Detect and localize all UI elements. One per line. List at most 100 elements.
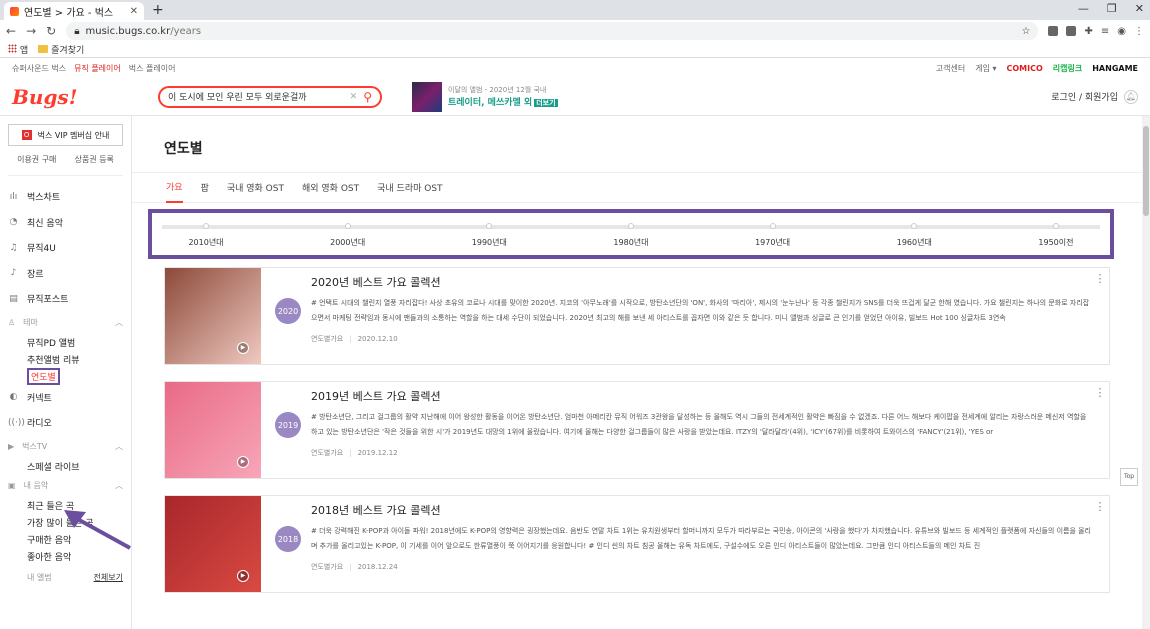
browser-tab[interactable]: 연도별 > 가요 - 벅스 ✕ bbox=[4, 2, 144, 20]
theme-section-header[interactable]: ♙ 테마 ︿ bbox=[8, 312, 123, 334]
sidebar-item-genre[interactable]: ♪ 장르 bbox=[8, 261, 123, 287]
collection-card[interactable]: ▶ 2019 2019년 베스트 가요 콜렉션 # 방탄소년단, 그리고 걸그룹… bbox=[164, 381, 1110, 479]
util-link-supersound[interactable]: 슈퍼사운드 벅스 bbox=[12, 63, 66, 74]
util-link-musicplayer[interactable]: 뮤직 플레이어 bbox=[74, 63, 121, 74]
sidebar-item-years[interactable]: 연도별 bbox=[8, 367, 123, 385]
vip-membership-button[interactable]: O 벅스 VIP 멤버십 안내 bbox=[8, 124, 123, 146]
tab-kpop[interactable]: 가요 bbox=[166, 173, 183, 203]
year-badge: 2020 bbox=[275, 298, 301, 324]
decade-2000s[interactable]: 2000년대 bbox=[318, 221, 378, 248]
music4u-icon: ♫ bbox=[9, 242, 18, 253]
more-options-icon[interactable]: ⋮ bbox=[1091, 496, 1109, 592]
collection-title[interactable]: 2019년 베스트 가요 콜렉션 bbox=[311, 388, 1091, 404]
album-cover[interactable]: ▶ bbox=[165, 496, 261, 592]
more-options-icon[interactable]: ⋮ bbox=[1091, 268, 1109, 364]
tv-section-header[interactable]: ▶ 벅스TV ︿ bbox=[8, 436, 123, 458]
bell-icon[interactable]: 🔔︎ bbox=[1124, 89, 1138, 104]
decade-dot bbox=[769, 223, 776, 229]
page-scrollbar[interactable] bbox=[1142, 116, 1150, 629]
decade-slider: 2010년대 2000년대 1990년대 1980년대 1970년대 1960년… bbox=[148, 209, 1114, 259]
more-options-icon[interactable]: ⋮ bbox=[1091, 382, 1109, 478]
sidebar-item-liked[interactable]: 좋아한 음악 bbox=[8, 548, 123, 565]
close-tab-icon[interactable]: ✕ bbox=[130, 6, 138, 17]
brand-hangame[interactable]: HANGAME bbox=[1092, 64, 1138, 73]
sidebar-item-music4u[interactable]: ♫ 뮤직4U bbox=[8, 235, 123, 261]
search-icon[interactable]: ⚲ bbox=[363, 90, 372, 104]
scroll-top-button[interactable]: Top bbox=[1120, 468, 1138, 486]
sidebar-item-musicpost[interactable]: ▤ 뮤직포스트 bbox=[8, 286, 123, 312]
restore-icon[interactable]: ❐ bbox=[1107, 2, 1117, 15]
sidebar-item-review[interactable]: 추천앨범 리뷰 bbox=[8, 351, 123, 368]
category-tabs: 가요 팝 국내 영화 OST 해외 영화 OST 국내 드라마 OST bbox=[132, 173, 1150, 203]
brand-comico[interactable]: COMICO bbox=[1007, 64, 1043, 73]
search-box[interactable]: 이 도시에 모인 우린 모두 외로운걸까 ✕ ⚲ bbox=[158, 85, 382, 108]
play-icon[interactable]: ▶ bbox=[237, 570, 249, 582]
decade-dot bbox=[627, 223, 634, 229]
sidebar-item-radio[interactable]: ((·)) 라디오 bbox=[8, 410, 123, 436]
sidebar-item-special-live[interactable]: 스페셜 라이브 bbox=[8, 458, 123, 475]
collection-type[interactable]: 연도별가요 bbox=[311, 449, 343, 457]
sidebar-item-connect[interactable]: ◐ 커넥트 bbox=[8, 385, 123, 411]
register-voucher-link[interactable]: 상품권 등록 bbox=[75, 154, 114, 165]
sidebar-item-musicpd[interactable]: 뮤직PD 앨범 bbox=[8, 334, 123, 351]
clear-search-icon[interactable]: ✕ bbox=[350, 92, 358, 102]
profile-icon[interactable]: ◉ bbox=[1117, 26, 1126, 37]
bookmark-favorites[interactable]: 즐겨찾기 bbox=[38, 43, 84, 56]
collection-type[interactable]: 연도별가요 bbox=[311, 335, 343, 343]
sidebar-item-new-music[interactable]: ◔ 최신 음악 bbox=[8, 210, 123, 236]
promo-album-thumb[interactable] bbox=[412, 81, 442, 112]
genre-icon: ♪ bbox=[10, 268, 17, 279]
album-cover[interactable]: ▶ bbox=[165, 382, 261, 478]
buy-pass-link[interactable]: 이용권 구매 bbox=[17, 154, 56, 165]
login-link[interactable]: 로그인 / 회원가입 bbox=[1051, 90, 1118, 103]
tab-pop[interactable]: 팝 bbox=[201, 173, 209, 203]
util-link-game[interactable]: 게임 ▾ bbox=[975, 63, 996, 74]
brand-recaplink[interactable]: 리캡링크 bbox=[1053, 63, 1082, 74]
search-input[interactable]: 이 도시에 모인 우린 모두 외로운걸까 bbox=[168, 90, 344, 103]
star-icon[interactable]: ☆ bbox=[1022, 26, 1031, 37]
collection-type[interactable]: 연도별가요 bbox=[311, 563, 343, 571]
promo-more-badge[interactable]: 더보기 bbox=[534, 99, 558, 107]
view-all-link[interactable]: 전체보기 bbox=[94, 572, 123, 583]
reload-icon[interactable]: ↻ bbox=[46, 24, 56, 38]
decade-before-1950[interactable]: 1950이전 bbox=[1026, 221, 1086, 248]
chart-icon: ılı bbox=[9, 191, 18, 202]
close-window-icon[interactable]: ✕ bbox=[1135, 2, 1144, 15]
url-input[interactable]: 🔒︎ music.bugs.co.kr/years ☆ bbox=[66, 22, 1039, 40]
collection-card[interactable]: ▶ 2018 2018년 베스트 가요 콜렉션 # 더욱 강력해진 K-POP과… bbox=[164, 495, 1110, 593]
my-music-section-header[interactable]: ▣ 내 음악 ︿ bbox=[8, 475, 123, 497]
play-icon[interactable]: ▶ bbox=[237, 456, 249, 468]
tab-drama-ost[interactable]: 국내 드라마 OST bbox=[377, 173, 442, 203]
extensions-puzzle-icon[interactable]: ✚ bbox=[1084, 26, 1092, 37]
util-link-support[interactable]: 고객센터 bbox=[936, 63, 965, 74]
collection-title[interactable]: 2018년 베스트 가요 콜렉션 bbox=[311, 502, 1091, 518]
decade-1960s[interactable]: 1960년대 bbox=[884, 221, 944, 248]
decade-2010s[interactable]: 2010년대 bbox=[176, 221, 236, 248]
minimize-icon[interactable]: — bbox=[1078, 2, 1089, 15]
album-of-month-promo[interactable]: 이달의 앨범 - 2020년 12월 국내 트레이터, 메쓰카멜 외 더보기 bbox=[412, 81, 558, 112]
extension-1-icon[interactable] bbox=[1048, 26, 1059, 36]
collection-card[interactable]: ▶ 2020 2020년 베스트 가요 콜렉션 # 언택트 시대의 챌린지 열풍… bbox=[164, 267, 1110, 365]
album-cover[interactable]: ▶ bbox=[165, 268, 261, 364]
forward-icon[interactable]: → bbox=[26, 24, 36, 38]
scrollbar-thumb[interactable] bbox=[1143, 126, 1149, 216]
reading-list-icon[interactable]: ≡ bbox=[1101, 26, 1109, 37]
decade-1980s[interactable]: 1980년대 bbox=[601, 221, 661, 248]
bugs-logo[interactable]: Bugs! bbox=[12, 85, 158, 109]
sidebar-item-chart[interactable]: ılı 벅스차트 bbox=[8, 184, 123, 210]
promo-title[interactable]: 트레이터, 메쓰카멜 외 bbox=[448, 98, 532, 108]
connect-icon: ◐ bbox=[9, 392, 18, 403]
util-link-bugsplayer[interactable]: 벅스 플레이어 bbox=[129, 63, 176, 74]
tab-foreign-movie-ost[interactable]: 해외 영화 OST bbox=[302, 173, 359, 203]
bookmark-apps[interactable]: 앱 bbox=[8, 43, 28, 56]
decade-1970s[interactable]: 1970년대 bbox=[743, 221, 803, 248]
play-icon[interactable]: ▶ bbox=[237, 342, 249, 354]
tab-domestic-movie-ost[interactable]: 국내 영화 OST bbox=[227, 173, 284, 203]
decade-1990s[interactable]: 1990년대 bbox=[459, 221, 519, 248]
extension-2-icon[interactable] bbox=[1066, 26, 1077, 36]
back-icon[interactable]: ← bbox=[6, 24, 16, 38]
new-tab-button[interactable]: + bbox=[152, 2, 164, 18]
menu-kebab-icon[interactable]: ⋮ bbox=[1134, 26, 1144, 37]
collection-title[interactable]: 2020년 베스트 가요 콜렉션 bbox=[311, 274, 1091, 290]
decade-dot bbox=[911, 223, 918, 229]
